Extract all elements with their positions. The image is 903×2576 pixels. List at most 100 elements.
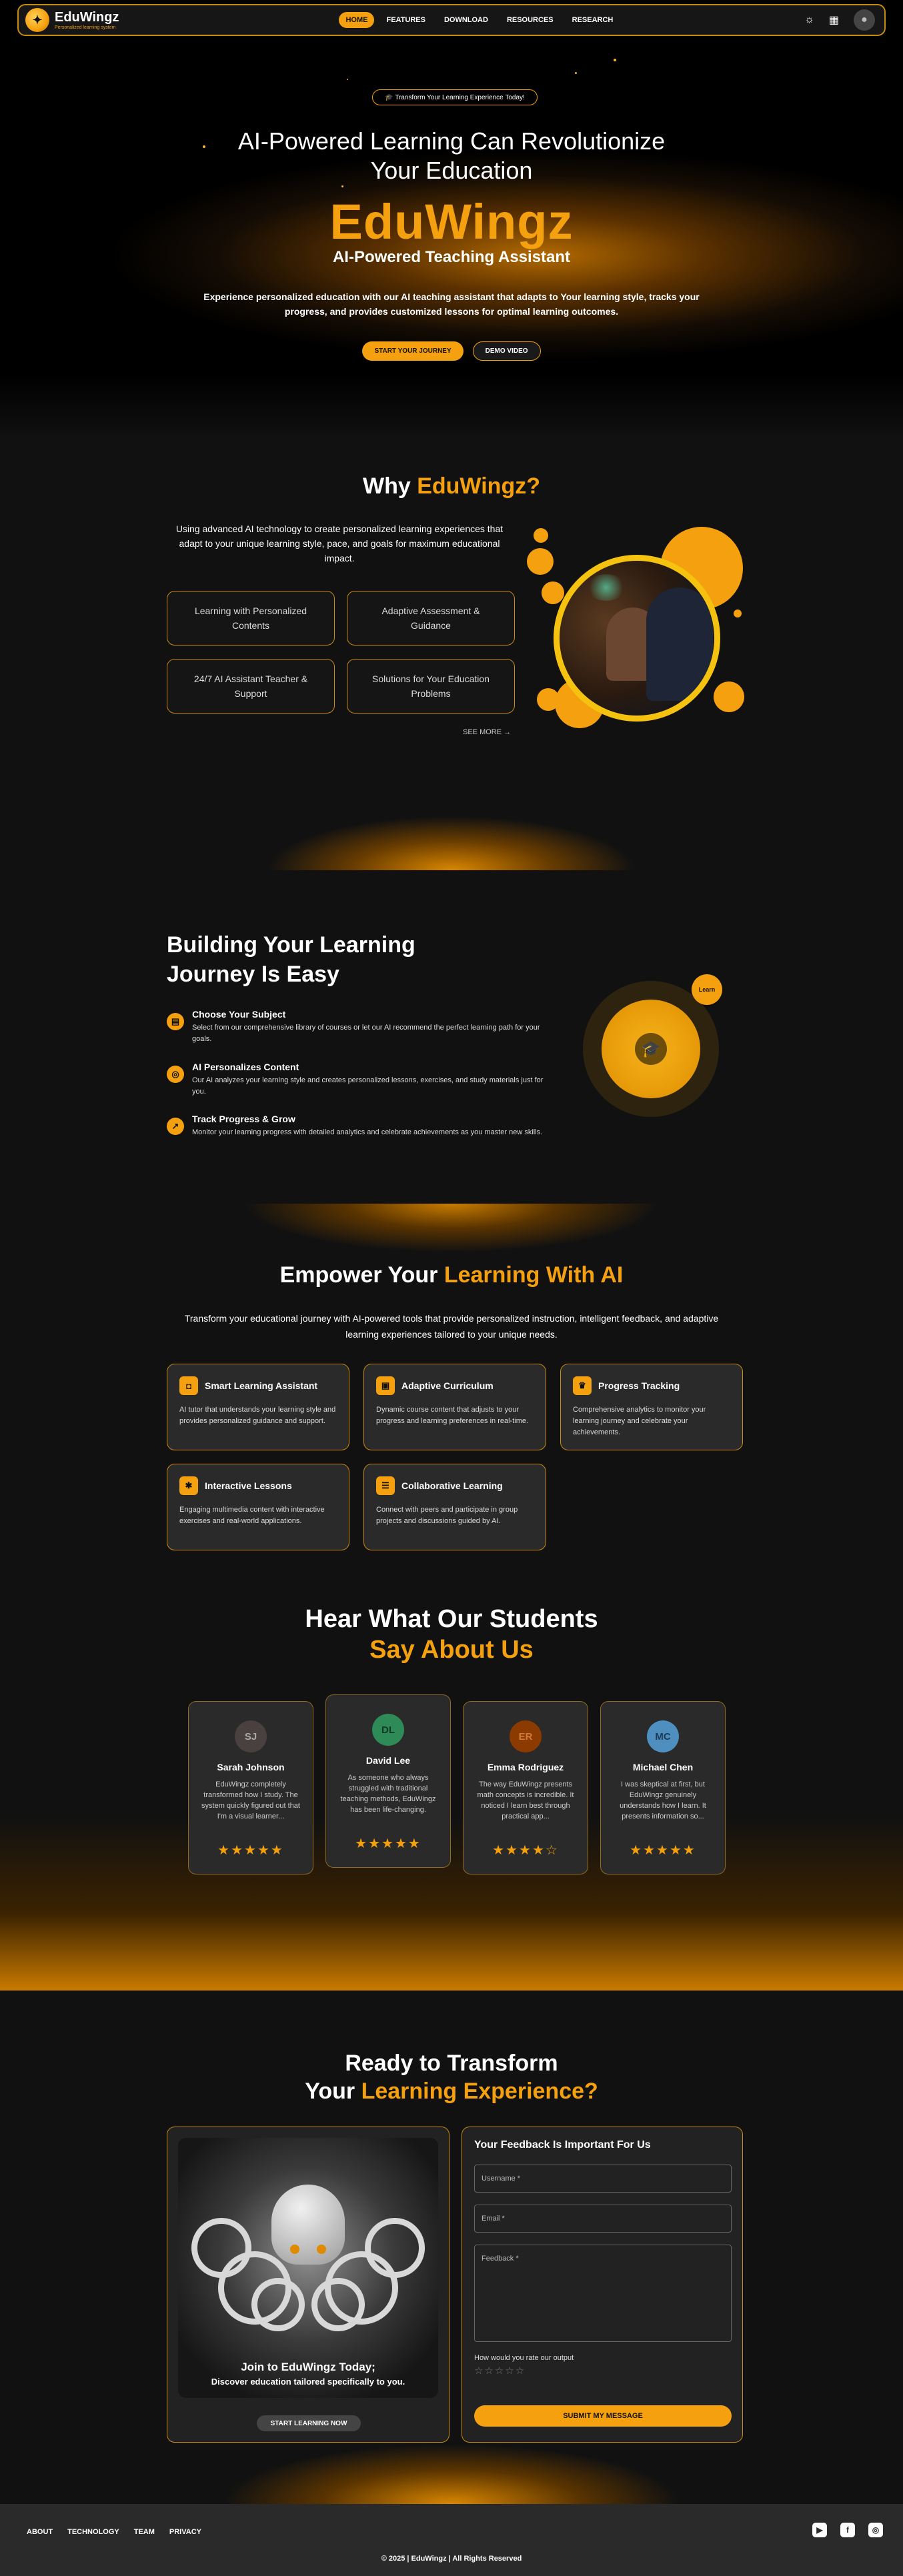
avatar: SJ xyxy=(235,1720,267,1752)
trophy-icon: ♛ xyxy=(573,1376,592,1395)
avatar: MC xyxy=(647,1720,679,1752)
decor-bubble xyxy=(527,548,554,575)
teacher-student-photo xyxy=(554,555,720,722)
why-card[interactable]: Solutions for Your Education Problems xyxy=(347,659,515,714)
join-card: Join to EduWingz Today; Discover educati… xyxy=(167,2127,449,2443)
brand-tagline: Personalized learning system xyxy=(55,25,116,30)
youtube-icon[interactable]: ▶ xyxy=(812,2523,827,2537)
why-card[interactable]: Learning with Personalized Contents xyxy=(167,591,335,646)
journey-step: ↗ Track Progress & Grow Monitor your lea… xyxy=(167,1114,554,1138)
user-avatar-icon[interactable]: ● xyxy=(854,9,875,31)
curriculum-icon: ▣ xyxy=(376,1376,395,1395)
learn-badge: Learn xyxy=(692,974,722,1005)
feedback-form: Your Feedback Is Important For Us Userna… xyxy=(462,2127,743,2443)
decor-bubble xyxy=(534,528,548,543)
nav-link-resources[interactable]: RESOURCES xyxy=(500,12,560,28)
feature-card-collaborative-learning[interactable]: ☰ Collaborative Learning Connect with pee… xyxy=(363,1464,546,1550)
hero-description: Experience personalized education with o… xyxy=(203,291,700,317)
why-description: Using advanced AI technology to create p… xyxy=(175,523,504,563)
journey-section: Building Your Learning Journey Is Easy ▤ … xyxy=(0,870,903,1204)
logo-wing-icon: ✦ xyxy=(25,8,49,32)
feature-card-adaptive-curriculum[interactable]: ▣ Adaptive Curriculum Dynamic course cont… xyxy=(363,1364,546,1450)
hero-subtitle: AI-Powered Teaching Assistant xyxy=(332,248,571,266)
footer-link-technology[interactable]: TECHNOLOGY xyxy=(67,2528,119,2536)
sun-icon[interactable]: ☼ xyxy=(804,14,814,26)
rating-stars: ★★★★★ xyxy=(217,1843,284,1858)
footer: ABOUT TECHNOLOGY TEAM PRIVACY ▶ f ◎ © 20… xyxy=(0,2504,903,2576)
footer-link-privacy[interactable]: PRIVACY xyxy=(169,2528,201,2536)
hero-section: 🎓 Transform Your Learning Experience Tod… xyxy=(0,0,903,440)
username-field[interactable]: Username * xyxy=(474,2165,732,2193)
rating-label: How would you rate our output xyxy=(474,2354,574,2362)
demo-video-button[interactable]: DEMO VIDEO xyxy=(472,341,541,361)
testimonial-card[interactable]: SJ Sarah Johnson EduWingz completely tra… xyxy=(188,1701,313,1874)
why-card[interactable]: 24/7 AI Assistant Teacher & Support xyxy=(167,659,335,714)
lightbulb-icon: ✱ xyxy=(179,1476,198,1495)
avatar: ER xyxy=(510,1720,542,1752)
decor-bubble xyxy=(734,609,742,617)
start-learning-button[interactable]: START LEARNING NOW xyxy=(257,2415,361,2431)
footer-link-team[interactable]: TEAM xyxy=(134,2528,155,2536)
why-title: Why EduWingz? xyxy=(363,473,540,499)
testimonials-section: Hear What Our Students Say About Us SJ Sa… xyxy=(0,1604,903,1991)
hero-announcement-pill[interactable]: 🎓 Transform Your Learning Experience Tod… xyxy=(372,89,538,105)
rating-stars: ★★★★☆ xyxy=(492,1843,559,1858)
grid-icon[interactable]: ▦ xyxy=(829,13,839,27)
feature-card-progress-tracking[interactable]: ♛ Progress Tracking Comprehensive analyti… xyxy=(560,1364,743,1450)
join-description: Discover education tailored specifically… xyxy=(211,2377,405,2387)
testimonial-card[interactable]: ER Emma Rodriguez The way EduWingz prese… xyxy=(463,1701,588,1874)
start-journey-button[interactable]: START YOUR JOURNEY xyxy=(362,341,464,361)
why-illustration xyxy=(527,527,747,742)
feedback-textarea[interactable]: Feedback * xyxy=(474,2245,732,2342)
empower-description: Transform your educational journey with … xyxy=(184,1313,719,1340)
journey-title: Building Your Learning Journey Is Easy xyxy=(167,932,415,987)
nav-links: HOME FEATURES DOWNLOAD RESOURCES RESEARC… xyxy=(339,12,620,28)
testimonials-title: Hear What Our Students Say About Us xyxy=(305,1605,598,1664)
why-section: Why EduWingz? Using advanced AI technolo… xyxy=(0,440,903,870)
journey-step: ◎ AI Personalizes Content Our AI analyze… xyxy=(167,1062,554,1098)
copyright: © 2025 | EduWingz | All Rights Reserved xyxy=(381,2555,522,2563)
empower-section: Empower Your Learning With AI Transform … xyxy=(0,1204,903,1604)
decor-star xyxy=(575,72,577,74)
hero-title: AI-Powered Learning Can Revolutionize Yo… xyxy=(237,127,666,184)
robot-icon: ◘ xyxy=(179,1376,198,1395)
ai-brain-icon: ◎ xyxy=(167,1066,184,1083)
group-icon: ☰ xyxy=(376,1476,395,1495)
rating-stars: ★★★★★ xyxy=(630,1843,696,1858)
avatar: DL xyxy=(372,1714,404,1746)
submit-feedback-button[interactable]: SUBMIT MY MESSAGE xyxy=(474,2405,732,2427)
decor-star xyxy=(341,185,343,187)
email-field[interactable]: Email * xyxy=(474,2205,732,2233)
brand-logo[interactable]: ✦ EduWingz Personalized learning system xyxy=(25,8,119,32)
see-more-link[interactable]: SEE MORE → xyxy=(463,728,511,736)
cta-section: Ready to Transform Your Learning Experien… xyxy=(0,1991,903,2504)
nav-link-download[interactable]: DOWNLOAD xyxy=(437,12,495,28)
journey-step: ▤ Choose Your Subject Select from our co… xyxy=(167,1009,554,1045)
decor-bubble xyxy=(542,581,564,604)
book-icon: ▤ xyxy=(167,1013,184,1030)
facebook-icon[interactable]: f xyxy=(840,2523,855,2537)
nav-link-features[interactable]: FEATURES xyxy=(379,12,431,28)
cta-title: Ready to Transform Your Learning Experien… xyxy=(305,2051,598,2104)
empower-title: Empower Your Learning With AI xyxy=(279,1262,624,1288)
octopus-illustration xyxy=(178,2138,438,2398)
why-card[interactable]: Adaptive Assessment & Guidance xyxy=(347,591,515,646)
feature-card-interactive-lessons[interactable]: ✱ Interactive Lessons Engaging multimedia… xyxy=(167,1464,349,1550)
brand-name: EduWingz xyxy=(55,9,119,25)
instagram-icon[interactable]: ◎ xyxy=(868,2523,883,2537)
arrow-right-icon: → xyxy=(504,728,512,736)
join-title: Join to EduWingz Today; xyxy=(241,2361,375,2373)
testimonial-card[interactable]: MC Michael Chen I was skeptical at first… xyxy=(600,1701,726,1874)
footer-link-about[interactable]: ABOUT xyxy=(27,2528,53,2536)
feedback-title: Your Feedback Is Important For Us xyxy=(474,2139,651,2151)
graduation-cap-icon: 🎓 xyxy=(635,1033,667,1065)
testimonial-card[interactable]: DL David Lee As someone who always strug… xyxy=(325,1694,451,1868)
nav-link-research[interactable]: RESEARCH xyxy=(566,12,620,28)
feature-card-smart-assistant[interactable]: ◘ Smart Learning Assistant AI tutor that … xyxy=(167,1364,349,1450)
nav-link-home[interactable]: HOME xyxy=(339,12,375,28)
top-navbar: ✦ EduWingz Personalized learning system … xyxy=(17,4,886,36)
decor-bubble xyxy=(714,682,744,712)
rating-input-stars[interactable]: ☆☆☆☆☆ xyxy=(474,2365,730,2377)
rating-stars: ★★★★★ xyxy=(355,1836,421,1851)
decor-star xyxy=(614,59,616,61)
